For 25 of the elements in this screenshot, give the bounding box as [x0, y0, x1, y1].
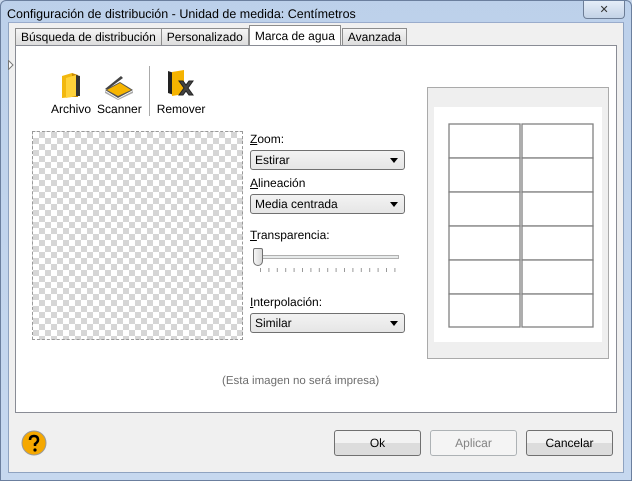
help-icon[interactable]: [21, 430, 47, 456]
dropdown-arrow-icon: [390, 202, 398, 206]
dropdown-arrow-icon: [390, 320, 398, 326]
close-button[interactable]: ✕: [583, 1, 625, 19]
toolbar-button[interactable]: Archivo: [48, 70, 94, 116]
slider[interactable]: [253, 248, 399, 266]
field-label: Zoom:: [250, 132, 284, 146]
slider-thumb[interactable]: [253, 248, 263, 266]
dialog-button[interactable]: Ok: [334, 430, 421, 456]
field-label: Alineación: [250, 176, 306, 190]
dropdown-arrow-icon: [390, 158, 398, 162]
field-label: Transparencia:: [250, 228, 330, 242]
tab[interactable]: Marca de agua: [248, 25, 341, 45]
tab[interactable]: Avanzada: [342, 28, 408, 45]
dialog-button[interactable]: Cancelar: [526, 430, 613, 456]
dropdown[interactable]: Media centrada: [250, 194, 405, 214]
field-label: Interpolación:: [250, 295, 322, 309]
dropdown[interactable]: Estirar: [250, 150, 405, 170]
toolbar-button[interactable]: Scanner: [94, 70, 145, 116]
window-title: Configuración de distribución - Unidad de medida: Centímetros: [7, 7, 356, 21]
toolbar-button[interactable]: Remover: [154, 68, 208, 116]
tab[interactable]: Personalizado: [160, 28, 249, 45]
caption: (Esta imagen no será impresa): [222, 375, 380, 387]
tab[interactable]: Búsqueda de distribución: [15, 28, 162, 45]
dropdown[interactable]: Similar: [250, 313, 405, 333]
